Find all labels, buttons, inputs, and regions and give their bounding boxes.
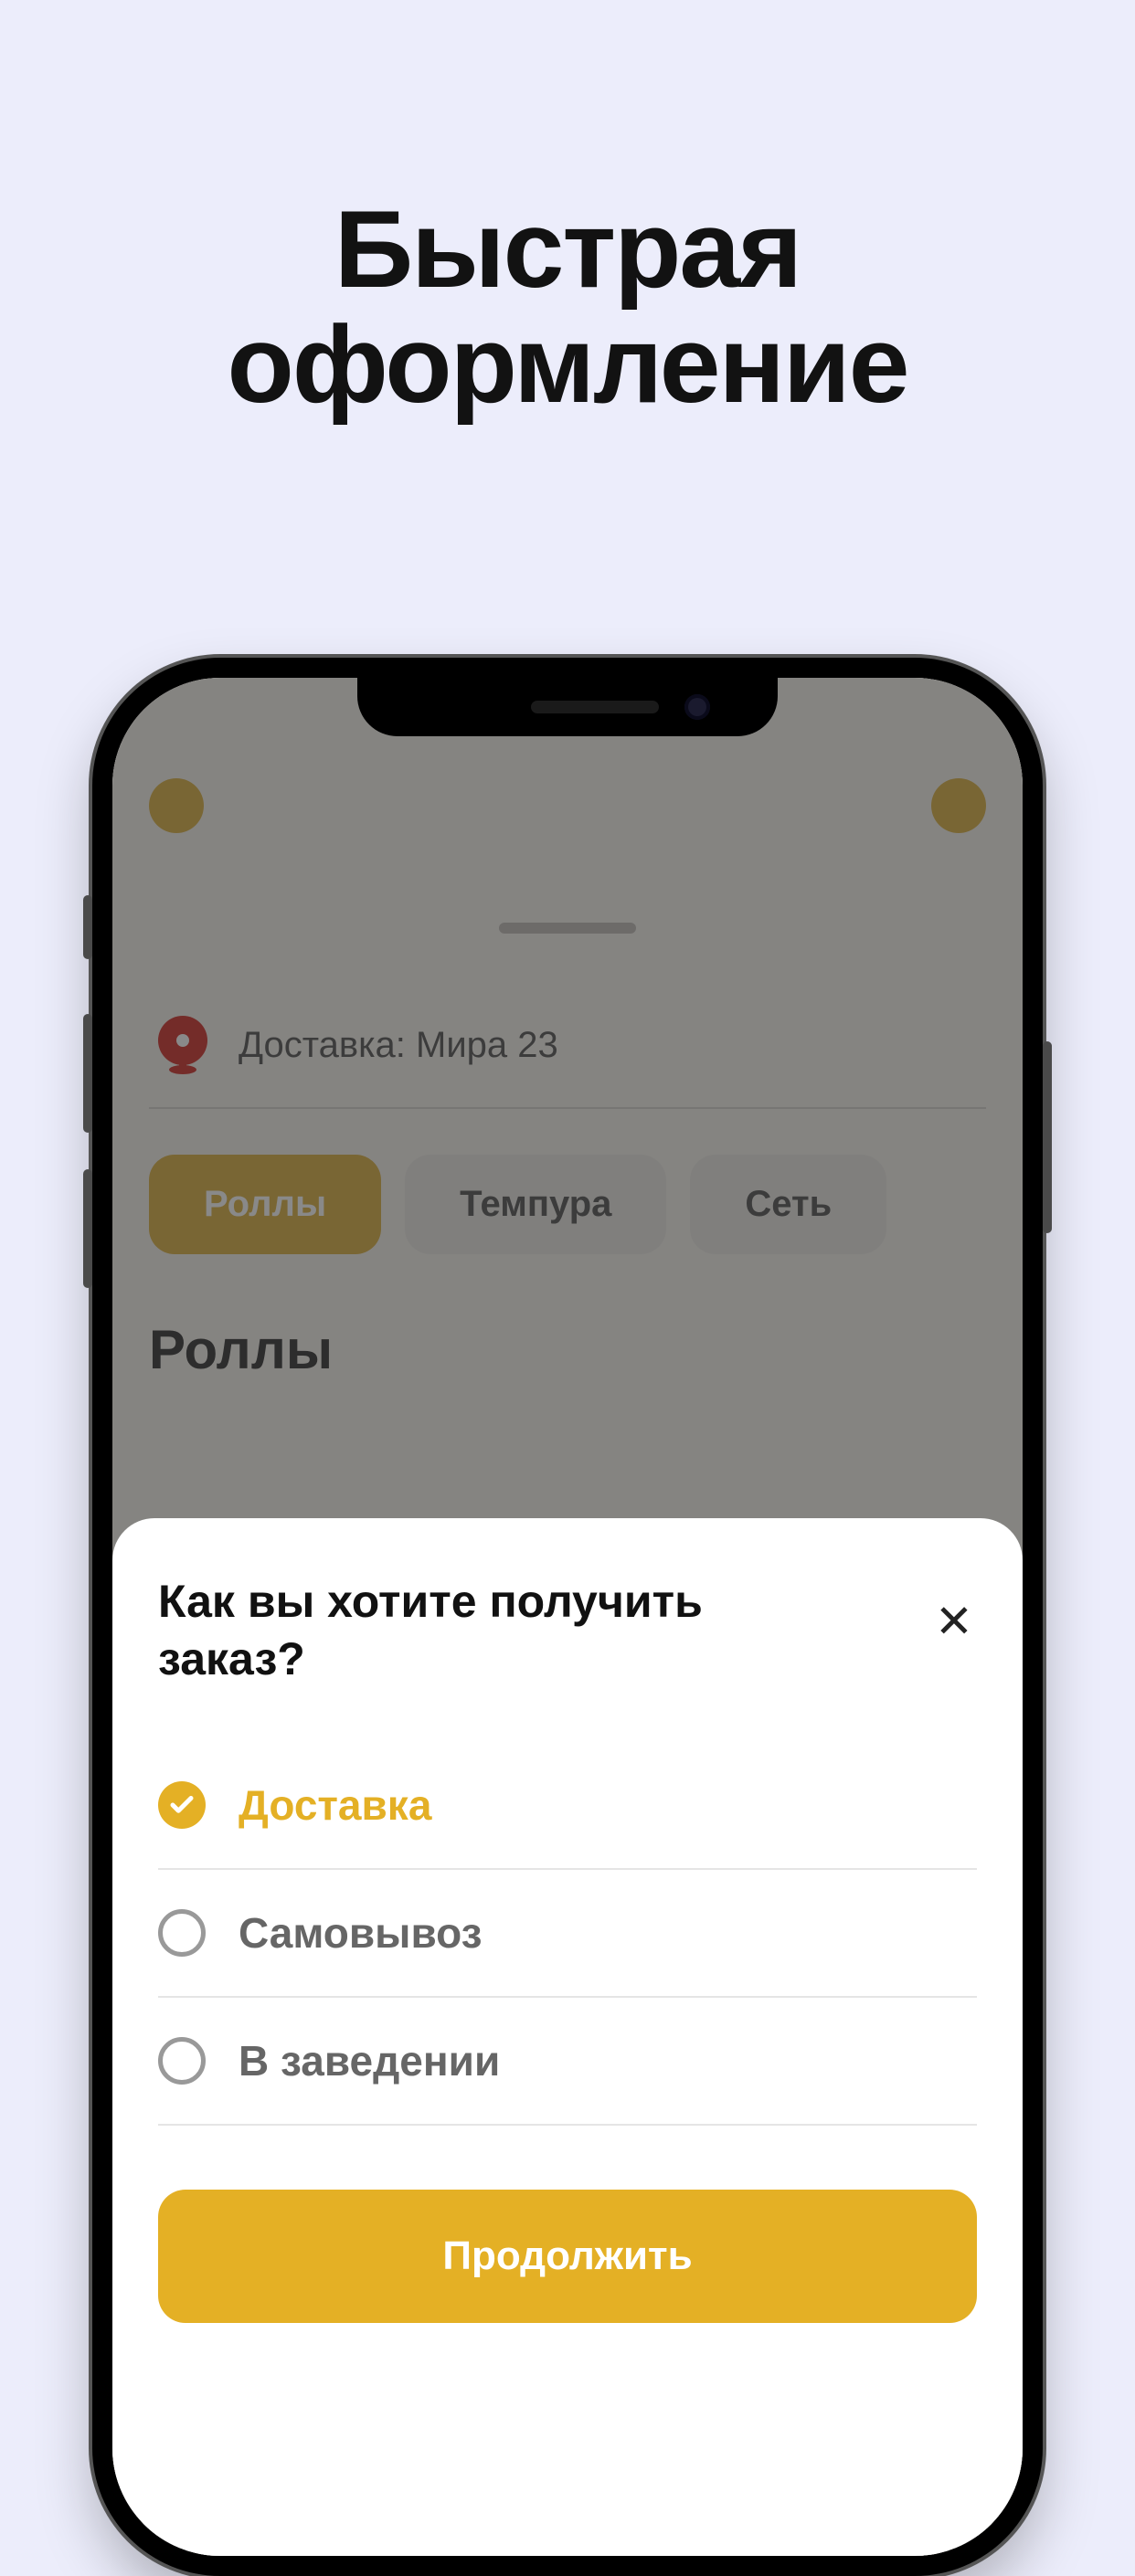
continue-button[interactable]: Продолжить (158, 2190, 977, 2323)
radio-checked-icon (158, 1781, 206, 1829)
radio-unchecked-icon (158, 1909, 206, 1957)
phone-frame: Доставка: Мира 23 Роллы Темпура Сеть Рол… (92, 658, 1043, 2576)
modal-title: Как вы хотите получить заказ? (158, 1573, 816, 1687)
close-icon[interactable]: ✕ (931, 1599, 977, 1644)
phone-power-button (1043, 1041, 1052, 1233)
option-delivery[interactable]: Доставка (158, 1742, 977, 1870)
option-pickup[interactable]: Самовывоз (158, 1870, 977, 1998)
phone-silent-switch (83, 895, 92, 959)
promo-title-line2: оформление (0, 307, 1135, 422)
option-label: В заведении (239, 2036, 500, 2085)
radio-unchecked-icon (158, 2037, 206, 2085)
promo-title-line1: Быстрая (0, 192, 1135, 307)
promo-title: Быстрая оформление (0, 0, 1135, 422)
phone-volume-down (83, 1169, 92, 1288)
option-label: Самовывоз (239, 1908, 482, 1958)
phone-speaker (531, 701, 659, 713)
phone-camera (684, 694, 710, 720)
option-dinein[interactable]: В заведении (158, 1998, 977, 2126)
phone-volume-up (83, 1014, 92, 1133)
phone-notch (357, 678, 778, 736)
phone-screen: Доставка: Мира 23 Роллы Темпура Сеть Рол… (112, 678, 1023, 2556)
fulfillment-modal: Как вы хотите получить заказ? ✕ Доставка… (112, 1518, 1023, 2556)
option-label: Доставка (239, 1780, 431, 1830)
